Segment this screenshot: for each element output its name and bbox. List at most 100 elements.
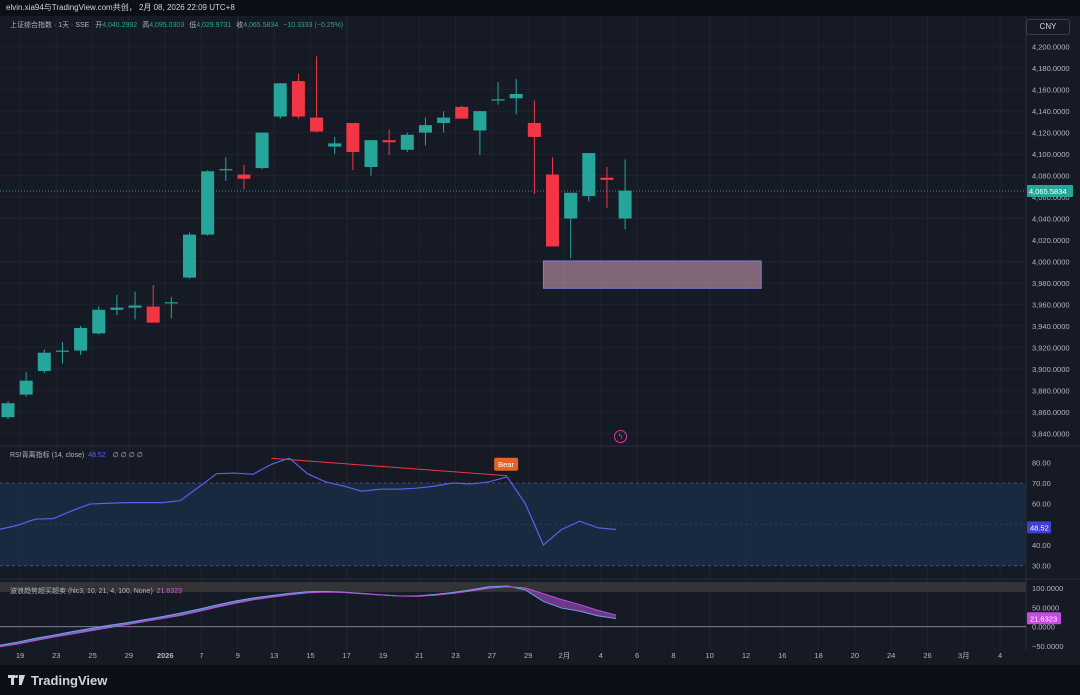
candle-body [582,153,596,196]
x-tick-label: 4 [998,651,1002,660]
price-tick-label: 4,160.0000 [1032,86,1070,95]
candle-body [255,132,269,169]
price-tick-label: 3,980.0000 [1032,279,1070,288]
candle-body [92,309,106,334]
x-tick-label: 17 [343,651,351,660]
candle-body [55,350,69,352]
x-tick-label: 7 [199,651,203,660]
wt-tick-label: 100.0000 [1032,584,1063,593]
price-tick-label: 4,000.0000 [1032,257,1070,266]
x-tick-label: 13 [270,651,278,660]
wt-value: 21.6323 [156,588,182,595]
x-tick-label: 3月 [958,651,970,660]
price-tick-label: 4,040.0000 [1032,215,1070,224]
candle-body [618,190,632,219]
brand-name: TradingView [31,672,108,688]
footer: TradingView [0,665,1080,695]
x-tick-label: 29 [524,651,532,660]
rsi-band [0,483,1026,566]
x-tick-label: 27 [488,651,496,660]
price-tick-label: 3,960.0000 [1032,300,1070,309]
lightning-icon[interactable]: ϟ [614,430,627,443]
x-tick-label: 23 [451,651,459,660]
candle-body [564,192,578,219]
candle-body [600,177,614,180]
x-tick-label: 12 [742,651,750,660]
price-tick-label: 4,100.0000 [1032,150,1070,159]
x-tick-label: 10 [706,651,714,660]
x-tick-label: 23 [52,651,60,660]
candle-body [328,143,342,147]
rsi-tick-label: 30.00 [1032,562,1051,571]
rsi-legend: RSI背离指标 (14, close) 48.52 ∅ ∅ ∅ ∅ [10,450,143,460]
candle-body [364,140,378,167]
candle-body [110,307,124,310]
x-tick-label: 25 [88,651,96,660]
x-tick-label: 15 [306,651,314,660]
close-value: 4,065.5834 [243,22,279,29]
candle-body [183,234,196,278]
candle-body [437,117,451,123]
x-tick-label: 26 [923,651,931,660]
chart-canvas[interactable]: 4,200.0000 4,180.0000 4,160.0000 4,140.0000… [0,16,1080,665]
main-legend: 上证综合指数 · 1天 · SSE 开4,040.2992 高4,095.030… [10,20,343,30]
low-value: 4,029.9731 [196,22,232,29]
candle-body [400,134,414,150]
candle-body [418,125,432,133]
candle-body [237,174,251,179]
candle-body [546,174,559,247]
x-tick-label: 8 [671,651,675,660]
bear-annotation-label: Bear [498,460,514,469]
rsi-value: 48.52 [88,452,106,459]
candle-body [201,171,215,235]
candle-body [19,380,33,395]
top-bar: elvin.xia94与TradingView.com共创， 2月 08, 20… [0,0,1080,16]
candle-body [273,83,287,117]
candle-body [310,117,324,132]
rsi-extra: ∅ ∅ ∅ ∅ [112,452,143,459]
x-tick-label: 2月 [559,651,571,660]
x-tick-label: 24 [887,651,895,660]
x-tick-label: 21 [415,651,423,660]
wt-value-label: 21.6323 [1030,614,1057,623]
price-tick-label: 3,880.0000 [1032,386,1070,395]
candle-body [491,99,505,101]
rsi-tick-label: 60.00 [1032,500,1051,509]
price-tick-label: 3,940.0000 [1032,322,1070,331]
wt-tick-label: −50.0000 [1032,642,1064,651]
candle-body [219,169,233,171]
candle-body [291,81,305,117]
rsi-name: RSI背离指标 (14, close) [10,452,85,459]
wave-trend-legend: 波浪趋势超买超卖 (hlc3, 10, 21, 4, 100, None) 21… [10,586,185,596]
price-tick-label: 4,140.0000 [1032,107,1070,116]
tradingview-logo[interactable]: TradingView [8,671,107,689]
candle-body [74,328,88,351]
high-value: 4,095.0303 [149,22,185,29]
candle-body [37,352,51,371]
rsi-tick-label: 80.00 [1032,458,1051,467]
price-tick-label: 4,200.0000 [1032,43,1070,52]
support-zone-box [542,260,762,289]
candle-body [346,122,360,152]
price-tick-label: 4,180.0000 [1032,64,1070,73]
price-tick-label: 3,900.0000 [1032,365,1070,374]
share-caption: elvin.xia94与TradingView.com共创， 2月 08, 20… [6,3,235,12]
x-tick-label: 29 [125,651,133,660]
price-tick-label: 3,860.0000 [1032,408,1070,417]
x-tick-label: 16 [778,651,786,660]
chart-area[interactable]: 4,200.0000 4,180.0000 4,160.0000 4,140.0000… [0,16,1080,665]
change-value: −10.3333 (−0.25%) [283,22,344,29]
rsi-tick-label: 40.00 [1032,541,1051,550]
candle-body [146,306,160,323]
candle-body [128,305,142,308]
x-tick-label: 9 [236,651,240,660]
candle-body [509,93,523,99]
candle-body [1,403,15,418]
currency-button[interactable]: CNY [1026,19,1070,35]
open-value: 4,040.2992 [102,22,138,29]
candle-body [527,122,541,137]
x-tick-label: 19 [16,651,24,660]
x-tick-label: 20 [851,651,859,660]
rsi-value-label: 48.52 [1030,523,1049,532]
candle-body [382,140,396,143]
